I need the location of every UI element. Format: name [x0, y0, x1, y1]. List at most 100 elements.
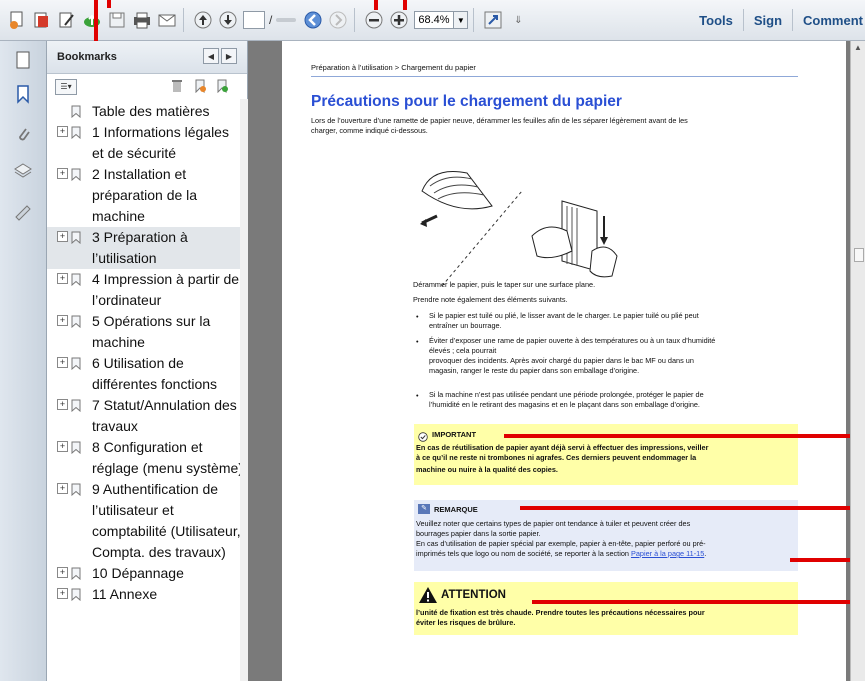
bullet-2b: élevés ; cela pourrait — [429, 346, 497, 355]
callout-line-remarque — [520, 506, 865, 510]
bookmark-page-icon — [71, 229, 81, 245]
bookmark-page-icon — [71, 439, 81, 455]
page-separator: / — [269, 13, 273, 27]
zoom-out-icon[interactable] — [363, 9, 385, 31]
bookmark-item[interactable]: +3 Préparation à l’utilisation — [47, 227, 247, 269]
para-dealer: Dérammer le papier, puis le taper sur un… — [413, 280, 596, 289]
bookmarks-toolbar: ☰▾ — [47, 74, 247, 100]
previous-view-icon[interactable] — [302, 9, 324, 31]
bullet-2d: magasin, ranger le reste du papier dans … — [429, 366, 640, 375]
attention-line-1: l’unité de fixation est très chaude. Pre… — [416, 608, 705, 617]
bullet-marker-2: • — [416, 337, 419, 346]
signatures-icon[interactable] — [12, 201, 34, 223]
new-bookmark-icon[interactable] — [193, 79, 207, 94]
document-page: Préparation à l’utilisation > Chargement… — [282, 41, 846, 681]
remarque-note: ✎ REMARQUE Veuillez noter que certains t… — [414, 500, 798, 571]
bookmarks-panel-title: Bookmarks — [57, 51, 117, 63]
bookmark-item[interactable]: +6 Utilisation de différentes fonctions — [47, 353, 247, 395]
bookmark-page-icon — [71, 397, 81, 413]
bookmark-label: 5 Opérations sur la machine — [92, 313, 211, 350]
page-thumbnails-icon[interactable] — [12, 49, 34, 71]
expand-bookmark-toggle-icon[interactable]: + — [57, 441, 68, 452]
bookmark-label: Table des matières — [92, 103, 210, 119]
bookmark-item[interactable]: +4 Impression à partir de l’ordinateur — [47, 269, 247, 311]
collapse-panel-icon[interactable]: ◀ — [203, 48, 219, 64]
bookmark-item[interactable]: +8 Configuration et réglage (menu systèm… — [47, 437, 247, 479]
callout-marker-edit — [107, 0, 111, 8]
bookmark-page-icon — [71, 271, 81, 287]
delete-bookmark-icon[interactable] — [171, 79, 183, 93]
toolbar-overflow-icon[interactable]: ⇓ — [507, 9, 529, 31]
previous-page-icon[interactable] — [192, 9, 214, 31]
expand-bookmark-toggle-icon[interactable]: + — [57, 315, 68, 326]
expand-bookmark-toggle-icon[interactable]: + — [57, 168, 68, 179]
print-icon[interactable] — [131, 9, 153, 31]
next-page-icon[interactable] — [217, 9, 239, 31]
save-icon[interactable] — [106, 9, 128, 31]
bookmarks-icon[interactable] — [12, 83, 34, 105]
attention-line-2: éviter les risques de brûlure. — [416, 618, 516, 627]
paper-fanning-illustration — [412, 161, 637, 291]
edit-document-icon[interactable] — [56, 9, 78, 31]
bookmark-item[interactable]: Table des matières — [47, 101, 247, 122]
bookmarks-scrollbar[interactable] — [240, 99, 248, 681]
expand-bookmark-toggle-icon[interactable]: + — [57, 567, 68, 578]
page-total — [276, 18, 297, 22]
full-screen-icon[interactable] — [482, 9, 504, 31]
bookmark-label: 8 Configuration et réglage (menu système… — [92, 439, 243, 476]
email-icon[interactable] — [156, 9, 178, 31]
bullet-3b: l’humidité en le retirant des magasins e… — [429, 400, 700, 409]
bookmark-item[interactable]: +7 Statut/Annulation des travaux — [47, 395, 247, 437]
zoom-dropdown-chevron-icon[interactable]: ▼ — [454, 11, 469, 29]
expand-bookmark-toggle-icon[interactable]: + — [57, 231, 68, 242]
bookmark-page-icon — [71, 586, 81, 602]
important-line-1: En cas de réutilisation de papier ayant … — [416, 443, 709, 452]
expand-bookmark-icon[interactable] — [215, 79, 229, 94]
expand-bookmark-toggle-icon[interactable]: + — [57, 483, 68, 494]
bookmark-item[interactable]: +5 Opérations sur la machine — [47, 311, 247, 353]
next-view-icon[interactable] — [327, 9, 349, 31]
bookmark-item[interactable]: +11 Annexe — [47, 584, 247, 605]
expand-bookmark-toggle-icon[interactable]: + — [57, 399, 68, 410]
remarque-line-4-end: . — [704, 549, 707, 558]
create-pdf-icon[interactable] — [6, 9, 28, 31]
bookmark-item[interactable]: +1 Informations légales et de sécurité — [47, 122, 247, 164]
breadcrumb-divider — [311, 76, 798, 77]
paper-section-link[interactable]: Papier à la page 11-15 — [631, 549, 704, 558]
bookmark-label: 2 Installation et préparation de la mach… — [92, 166, 198, 224]
document-scroll-thumb[interactable] — [854, 248, 864, 262]
expand-panel-icon[interactable]: ▶ — [221, 48, 237, 64]
bookmark-label: 4 Impression à partir de l’ordinateur — [92, 271, 240, 308]
bullet-marker-3: • — [416, 391, 419, 400]
bookmark-label: 9 Authentification de l’utilisateur et c… — [92, 481, 241, 560]
scroll-up-icon[interactable]: ▲ — [854, 43, 862, 52]
expand-bookmark-toggle-icon[interactable]: + — [57, 126, 68, 137]
attention-heading: ATTENTION — [441, 589, 506, 601]
expand-bookmark-toggle-icon[interactable]: + — [57, 357, 68, 368]
upload-cloud-icon[interactable] — [81, 9, 103, 31]
comment-button[interactable]: Comment — [793, 13, 865, 28]
bullet-3a: Si la machine n’est pas utilisée pendant… — [429, 390, 704, 399]
layers-icon[interactable] — [12, 159, 34, 181]
bookmark-label: 11 Annexe — [92, 586, 158, 602]
document-scrollbar[interactable]: ▲ — [850, 41, 865, 681]
bookmark-options-icon[interactable]: ☰▾ — [55, 79, 77, 95]
zoom-in-icon[interactable] — [388, 9, 410, 31]
zoom-level-input[interactable]: 68.4% — [414, 11, 455, 29]
page-number-input[interactable] — [243, 11, 265, 29]
important-line-3: machine ou nuire à la qualité des copies… — [416, 465, 558, 474]
bookmark-item[interactable]: +2 Installation et préparation de la mac… — [47, 164, 247, 227]
bookmarks-list: Table des matières +1 Informations légale… — [47, 101, 247, 605]
sign-button[interactable]: Sign — [744, 13, 792, 28]
bookmark-item[interactable]: +10 Dépannage — [47, 563, 247, 584]
callout-line-important — [504, 434, 865, 438]
combine-files-icon[interactable] — [31, 9, 53, 31]
expand-bookmark-toggle-icon[interactable]: + — [57, 273, 68, 284]
bookmark-page-icon — [71, 103, 81, 119]
remarque-line-2: bourrages papier dans la sortie papier. — [416, 529, 541, 538]
bookmark-item[interactable]: +9 Authentification de l’utilisateur et … — [47, 479, 247, 563]
bullet-1b: entraîner un bourrage. — [429, 321, 502, 330]
expand-bookmark-toggle-icon[interactable]: + — [57, 588, 68, 599]
tools-button[interactable]: Tools — [689, 13, 743, 28]
attachments-icon[interactable] — [12, 123, 34, 145]
